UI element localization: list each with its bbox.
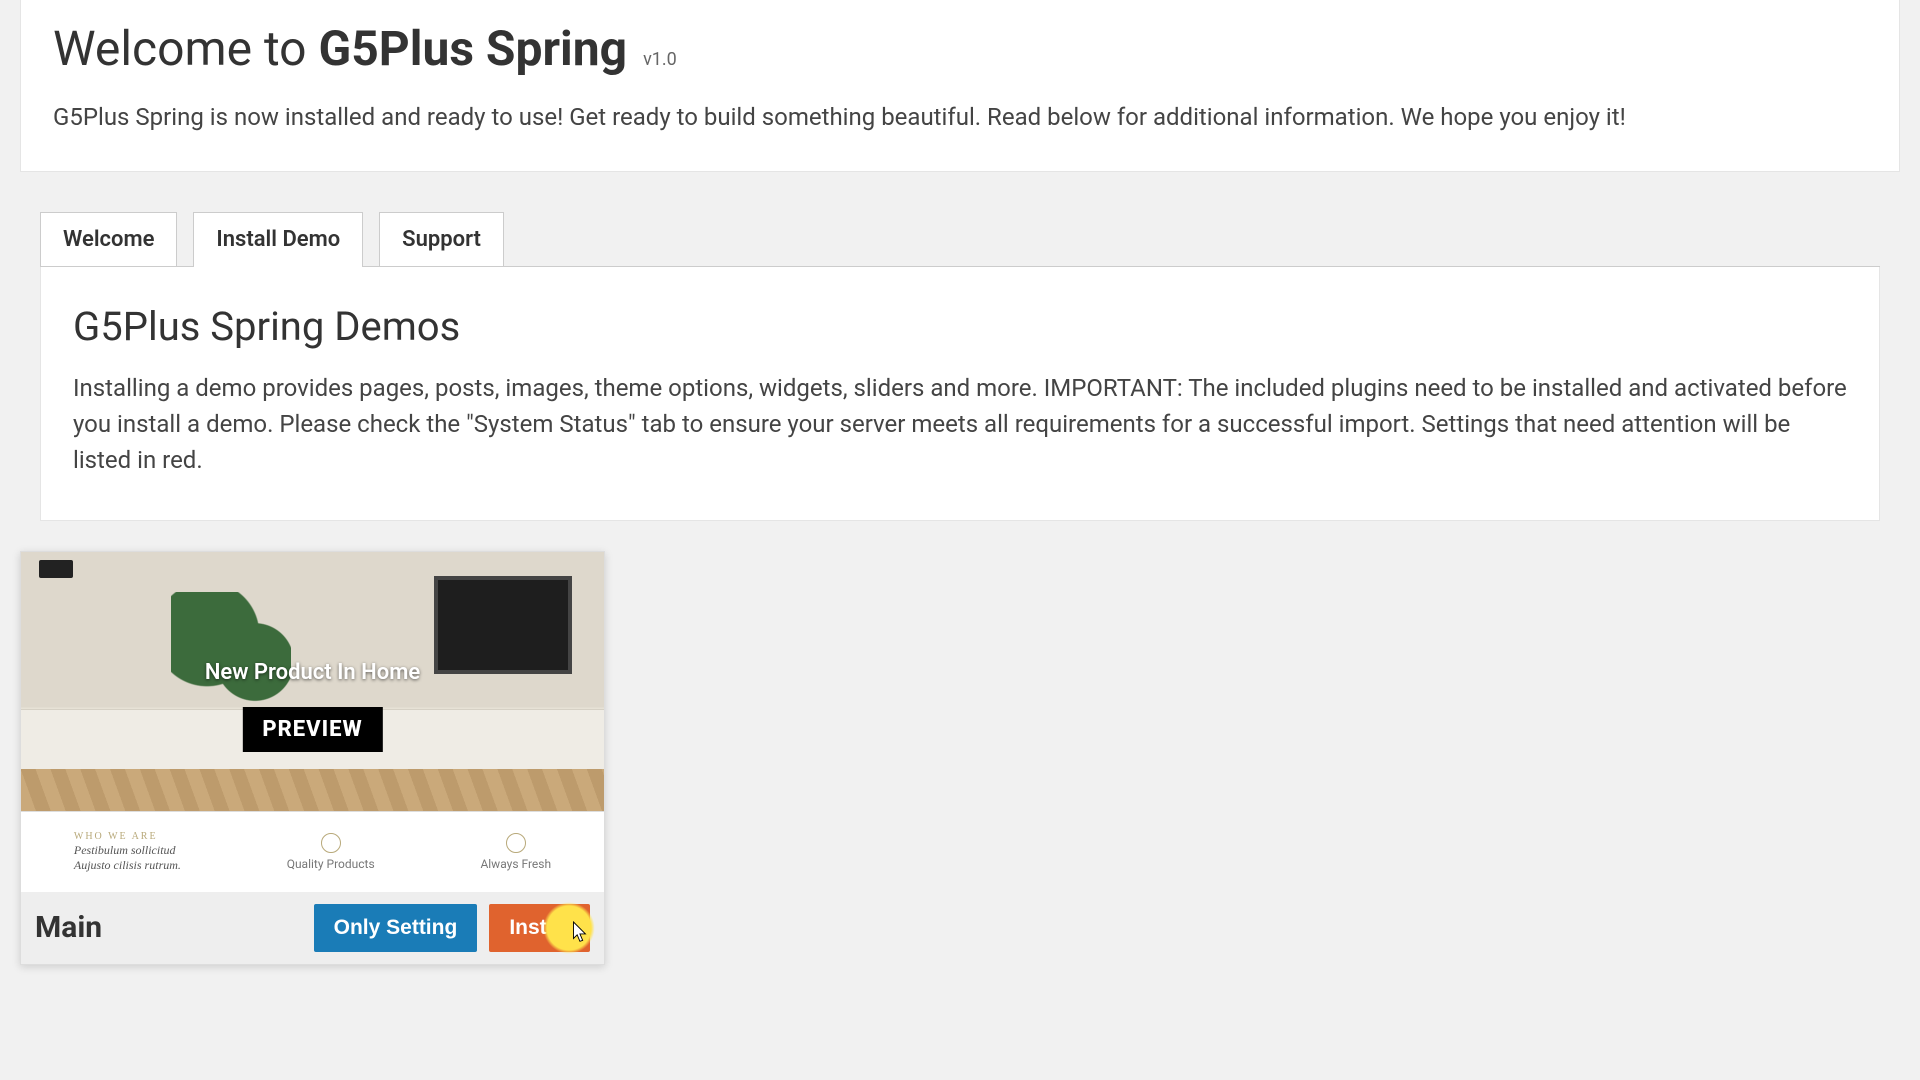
demos-grid: New Product In Home PREVIEW WHO WE ARE P… — [20, 551, 1900, 965]
demo-lead-line2: Aujusto cilisis rutrum. — [74, 858, 181, 872]
preview-button[interactable]: PREVIEW — [242, 707, 382, 752]
product-version: v1.0 — [643, 49, 677, 70]
demos-description: Installing a demo provides pages, posts,… — [73, 370, 1847, 478]
demo-feature-fresh: Always Fresh — [480, 857, 551, 871]
only-setting-button[interactable]: Only Setting — [314, 904, 478, 952]
install-button[interactable]: Install — [489, 904, 590, 952]
tab-install-demo[interactable]: Install Demo — [193, 212, 363, 266]
page-title: Welcome to G5Plus Spring v1.0 — [53, 20, 1867, 77]
hamburger-icon — [39, 560, 73, 578]
fresh-icon — [506, 833, 526, 853]
demos-title: G5Plus Spring Demos — [73, 303, 1847, 350]
tab-support[interactable]: Support — [379, 212, 504, 266]
title-prefix: Welcome to — [53, 20, 307, 77]
demo-lead-sub: WHO WE ARE — [74, 831, 181, 843]
product-name: G5Plus Spring — [319, 20, 628, 77]
demo-card-main: New Product In Home PREVIEW WHO WE ARE P… — [20, 551, 605, 965]
welcome-subtitle: G5Plus Spring is now installed and ready… — [53, 101, 1867, 135]
demo-label: Main — [35, 910, 102, 945]
tab-welcome[interactable]: Welcome — [40, 212, 177, 266]
demos-panel: G5Plus Spring Demos Installing a demo pr… — [40, 267, 1880, 521]
demo-footer: Main Only Setting Install — [21, 892, 604, 964]
welcome-header: Welcome to G5Plus Spring v1.0 G5Plus Spr… — [20, 0, 1900, 172]
demo-lead-line1: Pestibulum sollicitud — [74, 843, 181, 857]
demo-thumbnail[interactable]: New Product In Home PREVIEW WHO WE ARE P… — [21, 552, 604, 892]
demo-feature-quality: Quality Products — [287, 857, 375, 871]
quality-icon — [321, 833, 341, 853]
demo-hero-caption: New Product In Home — [21, 660, 604, 685]
tabs-bar: Welcome Install Demo Support — [40, 212, 1880, 267]
